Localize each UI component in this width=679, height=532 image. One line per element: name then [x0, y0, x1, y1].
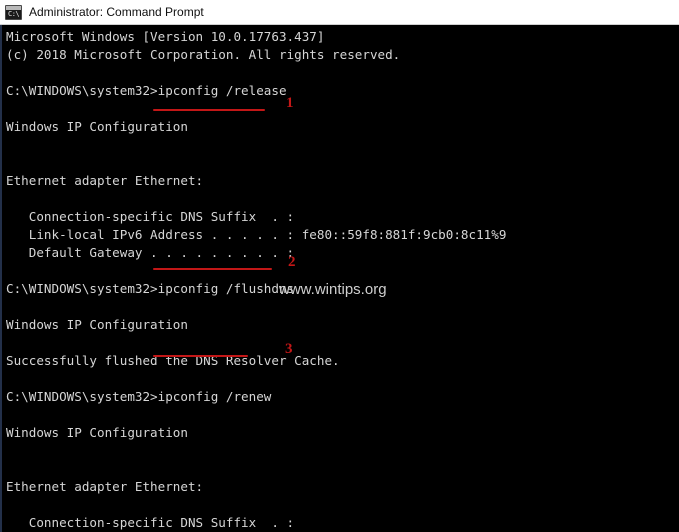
- cmd-icon-prompt-glyph: C:\: [8, 9, 20, 18]
- annotation-number-3: 3: [285, 341, 293, 357]
- annotation-underline-1: [153, 109, 265, 111]
- cmd-window-icon: C:\: [5, 4, 22, 20]
- window-titlebar[interactable]: C:\ Administrator: Command Prompt: [0, 0, 679, 25]
- annotation-underline-3: [153, 355, 248, 357]
- window-title: Administrator: Command Prompt: [29, 5, 204, 19]
- console-text: Microsoft Windows [Version 10.0.17763.43…: [6, 29, 507, 530]
- annotation-underline-2: [153, 268, 272, 270]
- annotation-number-2: 2: [288, 254, 296, 270]
- annotation-number-1: 1: [286, 95, 294, 111]
- watermark-label: www.wintips.org: [279, 281, 387, 298]
- console-output-area[interactable]: Microsoft Windows [Version 10.0.17763.43…: [0, 25, 679, 532]
- command-prompt-window: C:\ Administrator: Command Prompt Micros…: [0, 0, 679, 532]
